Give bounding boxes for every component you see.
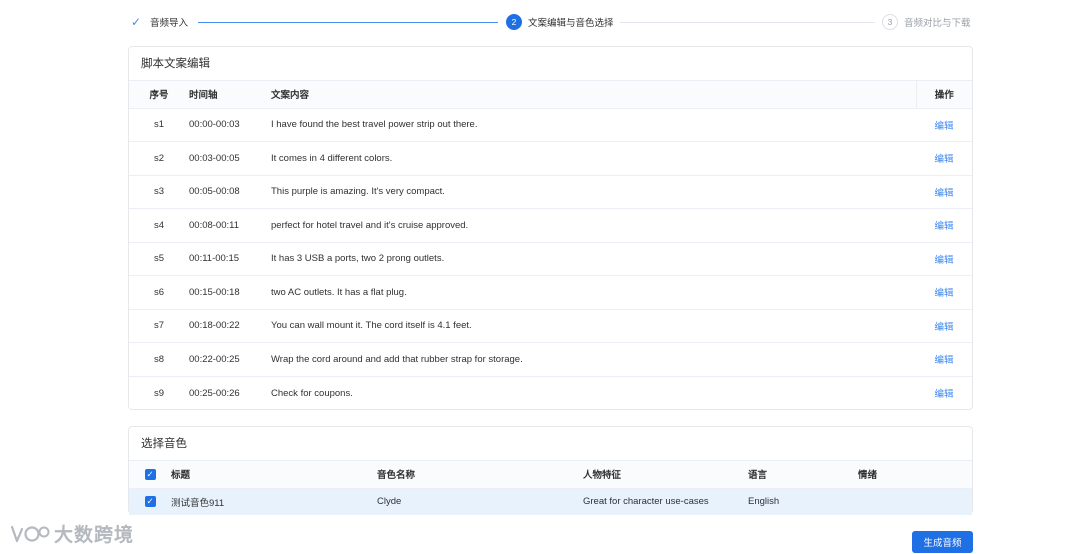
step-compare-download[interactable]: 3 音频对比与下载: [882, 10, 971, 34]
row-op-cell: 编辑: [916, 376, 972, 410]
row-time: 00:08-00:11: [189, 208, 271, 243]
row-op-cell: 编辑: [916, 108, 972, 142]
row-num: s4: [129, 208, 189, 243]
card-title: 选择音色: [129, 427, 972, 461]
table-row: s4 00:08-00:11 perfect for hotel travel an…: [129, 208, 972, 243]
column-header-text: 文案内容: [271, 81, 916, 109]
edit-link[interactable]: 编辑: [934, 288, 953, 299]
brand-logo: 大数跨境: [8, 520, 134, 547]
step-connector-2: [620, 21, 875, 23]
step-audio-import[interactable]: ✓ 音频导入: [128, 10, 188, 34]
logo-mark-icon: [10, 525, 50, 542]
row-num: s5: [129, 242, 189, 276]
table-row[interactable]: ✓ 测试音色911 Clyde Great for character use-…: [129, 488, 972, 515]
table-row: s2 00:03-00:05 It comes in 4 different col…: [129, 141, 972, 176]
row-text: It has 3 USB a ports, two 2 prong outlet…: [271, 242, 916, 276]
row-text: You can wall mount it. The cord itself i…: [271, 309, 916, 343]
step-script-edit[interactable]: 2 文案编辑与音色选择: [506, 10, 614, 34]
step-label: 文案编辑与音色选择: [528, 18, 614, 29]
row-time: 00:15-00:18: [189, 275, 271, 310]
row-text: This purple is amazing. It's very compac…: [271, 175, 916, 209]
row-num: s7: [129, 309, 189, 343]
voice-table: ✓ 标题 音色名称 人物特征 语言 情绪 ✓ 测试音色911 Clyde Gre…: [129, 461, 972, 515]
logo-text: 大数跨境: [54, 525, 135, 546]
step-label: 音频导入: [150, 18, 189, 29]
edit-link[interactable]: 编辑: [934, 188, 953, 199]
column-header-title: 标题: [171, 461, 377, 489]
edit-link[interactable]: 编辑: [934, 322, 953, 333]
select-all-checkbox[interactable]: ✓: [144, 468, 156, 480]
script-edit-card: 脚本文案编辑 序号 时间轴 文案内容 操作 s1 00:00-00:03 I hav…: [128, 46, 973, 410]
row-text: It comes in 4 different colors.: [271, 141, 916, 176]
row-time: 00:25-00:26: [189, 387, 240, 399]
table-row: s6 00:15-00:18 two AC outlets. It has a fl…: [129, 275, 972, 310]
row-num: s9: [153, 387, 165, 399]
edit-link[interactable]: 编辑: [934, 121, 953, 132]
row-op-cell: 编辑: [916, 175, 972, 209]
row-op-cell: 编辑: [916, 141, 972, 176]
table-row: s3 00:05-00:08 This purple is amazing. It'…: [129, 175, 972, 209]
row-num: s8: [129, 342, 189, 377]
edit-link[interactable]: 编辑: [934, 221, 953, 232]
card-title: 脚本文案编辑: [129, 47, 972, 81]
column-header-emotion: 情绪: [858, 461, 972, 489]
edit-link[interactable]: 编辑: [934, 255, 953, 266]
column-header-lang: 语言: [748, 461, 858, 489]
voice-name-cell: Clyde: [377, 496, 402, 508]
voice-lang-cell: English: [748, 496, 780, 508]
row-num: s3: [129, 175, 189, 209]
column-header-num: 序号: [129, 81, 189, 109]
edit-link[interactable]: 编辑: [934, 389, 953, 400]
row-op-cell: 编辑: [916, 342, 972, 377]
row-time: 00:00-00:03: [189, 108, 271, 142]
table-row: s7 00:18-00:22 You can wall mount it. The …: [129, 309, 972, 343]
column-header-voice-name: 音色名称: [377, 461, 583, 489]
column-header-time: 时间轴: [189, 81, 271, 109]
table-header-row: ✓ 标题 音色名称 人物特征 语言 情绪: [129, 461, 972, 489]
row-text: two AC outlets. It has a flat plug.: [271, 275, 916, 310]
row-num: s2: [129, 141, 189, 176]
row-text: Wrap the cord around and add that rubber…: [271, 342, 916, 377]
row-op-cell: 编辑: [916, 275, 972, 310]
voice-title-cell: 测试音色911: [171, 497, 225, 509]
generate-audio-button[interactable]: 生成音频: [912, 531, 973, 553]
row-op-cell: 编辑: [916, 309, 972, 343]
row-op-cell: 编辑: [916, 208, 972, 243]
voice-select-card: 选择音色 ✓ 标题 音色名称 人物特征 语言 情绪 ✓ 测试音色911 Clyd…: [128, 426, 973, 515]
voice-trait-cell: Great for character use-cases: [583, 496, 709, 508]
column-header-op: 操作: [915, 81, 972, 109]
row-op-cell: 编辑: [916, 242, 972, 276]
row-checkbox[interactable]: ✓: [144, 496, 156, 508]
row-time: 00:05-00:08: [189, 175, 271, 209]
step-number-badge: 3: [882, 14, 898, 30]
table-row: s9 00:25-00:26 Check for coupons. 编辑: [129, 376, 972, 410]
voice-emotion-cell: [858, 488, 972, 515]
table-row: s8 00:22-00:25 Wrap the cord around and ad…: [129, 342, 972, 377]
row-num: s1: [129, 108, 189, 142]
script-table: 序号 时间轴 文案内容 操作 s1 00:00-00:03 I have found…: [129, 81, 972, 410]
row-time: 00:03-00:05: [189, 141, 271, 176]
row-num: s6: [129, 275, 189, 310]
step-connector-1: [198, 21, 498, 23]
row-time: 00:18-00:22: [189, 309, 271, 343]
table-header-row: 序号 时间轴 文案内容 操作: [129, 81, 972, 109]
row-text: perfect for hotel travel and it's cruise…: [271, 208, 916, 243]
check-icon: ✓: [130, 15, 142, 29]
step-label: 音频对比与下载: [904, 18, 971, 29]
row-check-cell: ✓: [129, 488, 171, 515]
select-all-cell: ✓: [129, 461, 171, 489]
edit-link[interactable]: 编辑: [934, 154, 953, 165]
steps-bar: ✓ 音频导入 2 文案编辑与音色选择 3 音频对比与下载: [128, 10, 973, 34]
table-row: s1 00:00-00:03 I have found the best trave…: [129, 108, 972, 142]
step-number-badge: 2: [506, 14, 522, 30]
row-text: Check for coupons.: [271, 387, 353, 399]
column-header-trait: 人物特征: [583, 461, 748, 489]
row-text: I have found the best travel power strip…: [271, 108, 916, 142]
edit-link[interactable]: 编辑: [934, 355, 953, 366]
row-time: 00:22-00:25: [189, 342, 271, 377]
table-row: s5 00:11-00:15 It has 3 USB a ports, two 2…: [129, 242, 972, 276]
row-time: 00:11-00:15: [189, 242, 271, 276]
